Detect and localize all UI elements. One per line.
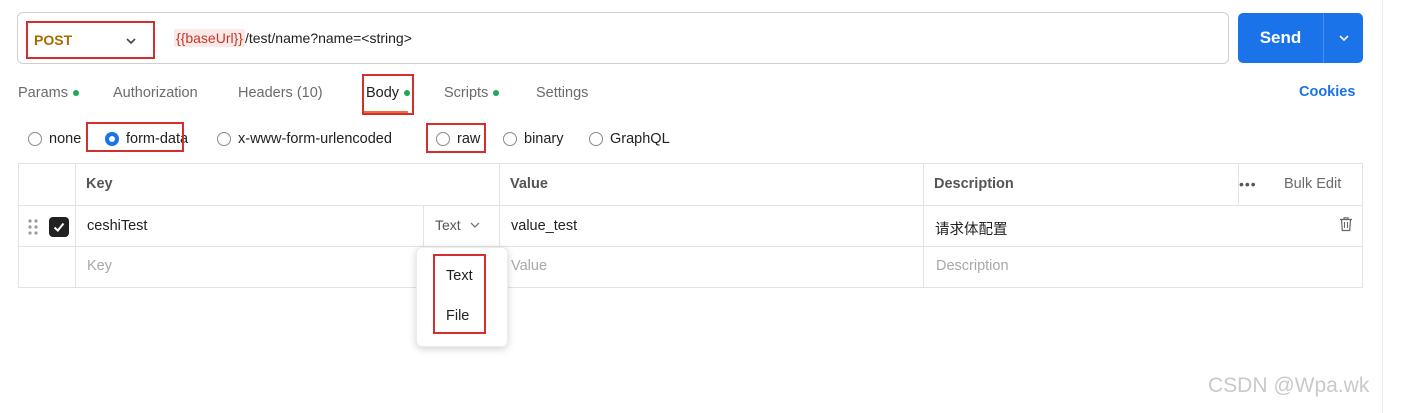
chevron-down-icon <box>126 38 136 45</box>
chevron-down-icon <box>1338 35 1349 42</box>
drag-handle-icon[interactable] <box>27 218 39 236</box>
description-input[interactable]: Description <box>936 258 1009 274</box>
method-select[interactable]: POST <box>26 21 155 59</box>
watermark: CSDN @Wpa.wk <box>1208 374 1370 397</box>
column-header-value: Value <box>510 176 548 192</box>
radio-none[interactable]: none <box>28 129 81 149</box>
col-divider <box>75 164 76 287</box>
tab-authorization[interactable]: Authorization <box>113 83 198 103</box>
active-tab-underline <box>364 111 408 113</box>
row-divider <box>19 205 1362 206</box>
radio-binary[interactable]: binary <box>503 129 564 149</box>
radio-circle <box>589 132 603 146</box>
tab-label: Authorization <box>113 85 198 101</box>
dropdown-option-file[interactable]: File <box>446 308 469 324</box>
status-dot <box>493 90 500 96</box>
row-checkbox[interactable] <box>49 217 69 237</box>
tab-scripts[interactable]: Scripts <box>444 83 500 103</box>
url-path: /test/name?name=<string> <box>244 30 412 46</box>
form-data-table: Key Value Description ••• Bulk Edit cesh… <box>18 163 1363 288</box>
row-description[interactable]: 请求体配置 <box>935 218 1008 239</box>
radio-label: GraphQL <box>610 131 670 147</box>
row-divider <box>19 246 1362 247</box>
status-dot <box>72 90 79 96</box>
tab-headers[interactable]: Headers (10) <box>238 83 323 103</box>
tab-params[interactable]: Params <box>18 83 79 103</box>
tab-label: Params <box>18 85 68 101</box>
col-divider <box>923 164 924 287</box>
highlight-box-raw <box>426 123 486 153</box>
chevron-down-icon <box>470 222 480 228</box>
radio-circle <box>503 132 517 146</box>
col-divider <box>423 205 424 246</box>
dropdown-option-text[interactable]: Text <box>446 268 473 284</box>
radio-circle <box>28 132 42 146</box>
url-input[interactable]: {{baseUrl}} /test/name?name=<string> <box>174 29 412 47</box>
tab-settings[interactable]: Settings <box>536 83 588 103</box>
tab-label: Headers (10) <box>238 85 323 101</box>
more-options-icon[interactable]: ••• <box>1239 176 1257 192</box>
key-input[interactable]: Key <box>87 258 112 274</box>
bulk-edit-button[interactable]: Bulk Edit <box>1284 176 1341 192</box>
send-button-group: Send <box>1238 13 1363 63</box>
radio-graphql[interactable]: GraphQL <box>589 129 670 149</box>
type-select[interactable]: Text <box>435 217 481 233</box>
send-dropdown-button[interactable] <box>1324 13 1363 63</box>
trash-icon[interactable] <box>1339 216 1353 232</box>
highlight-box-form-data <box>86 122 184 152</box>
column-header-description: Description <box>934 176 1014 192</box>
tab-label: Settings <box>536 85 589 101</box>
type-select-label: Text <box>435 217 461 233</box>
row-key[interactable]: ceshiTest <box>87 218 147 234</box>
cookies-link[interactable]: Cookies <box>1299 84 1355 100</box>
url-variable: {{baseUrl}} <box>174 29 245 47</box>
panel-border <box>1382 0 1383 413</box>
radio-x-www-form-urlencoded[interactable]: x-www-form-urlencoded <box>217 129 392 149</box>
send-button[interactable]: Send <box>1238 13 1323 63</box>
column-header-key: Key <box>86 176 113 192</box>
radio-label: none <box>49 131 82 147</box>
radio-label: x-www-form-urlencoded <box>238 131 392 147</box>
value-input[interactable]: Value <box>511 258 547 274</box>
radio-label: binary <box>524 131 564 147</box>
highlight-box-body-tab <box>362 74 414 115</box>
checkmark-icon <box>53 222 65 232</box>
method-label: POST <box>34 32 73 48</box>
tab-label: Scripts <box>444 85 489 101</box>
row-value[interactable]: value_test <box>511 218 577 234</box>
url-bar: POST {{baseUrl}} /test/name?name=<string… <box>17 12 1229 64</box>
radio-circle <box>217 132 231 146</box>
